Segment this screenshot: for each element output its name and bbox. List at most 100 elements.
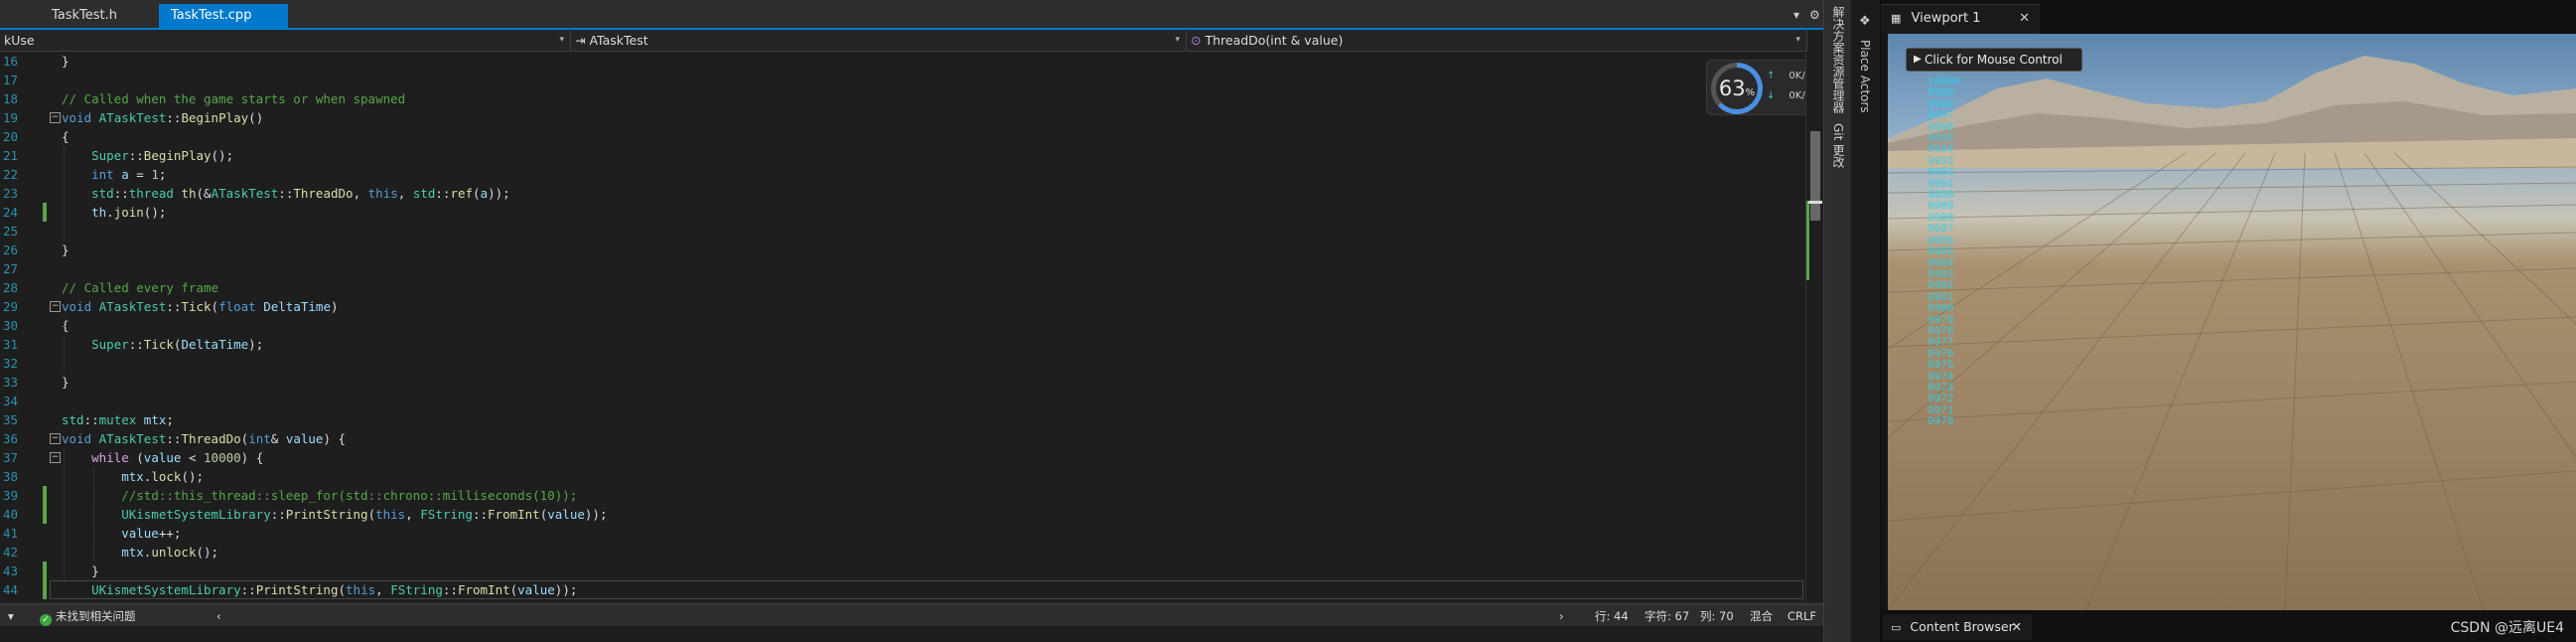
upload-arrow-icon: ↑ bbox=[1767, 71, 1776, 81]
mouse-control-button[interactable]: ▶ Click for Mouse Control bbox=[1906, 48, 2082, 72]
code-token: = bbox=[128, 167, 152, 182]
cpu-usage-value: 63% bbox=[1718, 77, 1756, 100]
log-line: 9970 bbox=[1928, 416, 1954, 429]
class-dropdown[interactable]: ⇥ ATaskTest ▾ bbox=[571, 30, 1187, 51]
code-token: PrintString bbox=[255, 582, 339, 597]
collapse-icon[interactable]: − bbox=[50, 433, 61, 444]
close-icon[interactable]: ✕ bbox=[2012, 614, 2022, 640]
place-actors-tab[interactable]: Place Actors bbox=[1858, 40, 1872, 113]
code-token: a bbox=[480, 186, 489, 201]
code-token: } bbox=[62, 375, 70, 390]
code-line: UKismetSystemLibrary::PrintString(this, … bbox=[62, 580, 577, 599]
change-marker bbox=[1806, 201, 1809, 280]
code-token: FromInt bbox=[488, 507, 540, 522]
code-token: BeginPlay bbox=[181, 110, 249, 125]
log-line: 9975 bbox=[1928, 360, 1954, 373]
line-number: 25 bbox=[2, 224, 18, 239]
tab-tasktest-cpp[interactable]: TaskTest.cpp ⊕ ✕ bbox=[159, 4, 288, 47]
code-token: :: bbox=[270, 507, 286, 522]
code-token: ATaskTest bbox=[98, 299, 167, 314]
line-number: 37 bbox=[2, 450, 18, 465]
code-line: int a = 1; bbox=[62, 165, 166, 184]
gear-icon[interactable]: ⚙ bbox=[1809, 8, 1820, 22]
place-actors-icon[interactable]: ❖ bbox=[1859, 14, 1871, 29]
change-indicator bbox=[43, 505, 47, 524]
project-dropdown[interactable]: kUse ▾ bbox=[0, 30, 571, 51]
problems-label: 未找到相关问题 bbox=[56, 609, 136, 623]
code-token: Tick bbox=[181, 299, 212, 314]
level-viewport[interactable]: ▶ Click for Mouse Control 10000 9999 9998 9… bbox=[1888, 34, 2576, 610]
code-token: () bbox=[248, 110, 264, 125]
cursor-marker bbox=[1808, 201, 1822, 204]
code-token: (); bbox=[181, 469, 205, 484]
code-line: // Called when the game starts or when s… bbox=[62, 89, 405, 108]
code-token: float bbox=[218, 299, 264, 314]
tab-viewport-1[interactable]: ▦ Viewport 1 ✕ bbox=[1881, 4, 2040, 34]
collapse-icon[interactable]: − bbox=[50, 301, 61, 312]
collapse-icon[interactable]: − bbox=[50, 452, 61, 463]
collapse-icon[interactable]: − bbox=[50, 112, 61, 123]
code-token: //std::this_thread::sleep_for(std::chron… bbox=[62, 488, 578, 503]
code-token: } bbox=[62, 563, 99, 578]
close-icon[interactable]: ✕ bbox=[2019, 5, 2030, 33]
checker-floor bbox=[1888, 153, 2576, 610]
log-line: 9985 bbox=[1928, 246, 1954, 259]
tab-tasktest-h[interactable]: TaskTest.h bbox=[40, 4, 129, 28]
line-number: 20 bbox=[2, 129, 18, 144]
code-token: a bbox=[121, 167, 129, 182]
git-changes-tab[interactable]: Git 更改 bbox=[1830, 123, 1847, 168]
solution-explorer-tab[interactable]: 解决方案资源管理器 bbox=[1830, 6, 1847, 113]
scrollbar-thumb[interactable] bbox=[1810, 131, 1820, 221]
upload-rate: ↑ 0K/s bbox=[1767, 71, 1810, 81]
line-number: 31 bbox=[2, 337, 18, 352]
scroll-right-icon[interactable]: › bbox=[1559, 605, 1564, 627]
code-line: //std::this_thread::sleep_for(std::chron… bbox=[62, 486, 577, 505]
code-token: (); bbox=[196, 545, 219, 560]
chevron-down-icon: ▾ bbox=[1795, 35, 1800, 45]
line-ending[interactable]: CRLF bbox=[1788, 605, 1816, 627]
code-editor[interactable]: 16} 17 18 // Called when the game starts or… bbox=[0, 52, 1805, 602]
code-token: :: bbox=[128, 337, 144, 352]
mouse-control-label: Click for Mouse Control bbox=[1925, 53, 2063, 67]
tab-content-browser[interactable]: ▭ Content Browser ✕ bbox=[1883, 614, 2032, 640]
code-line: th.join(); bbox=[62, 203, 166, 222]
code-line: UKismetSystemLibrary::PrintString(this, … bbox=[62, 505, 607, 524]
code-token: 1 bbox=[151, 167, 159, 182]
play-icon: ▶ bbox=[1914, 54, 1922, 65]
watermark: CSDN @远离UE4 bbox=[2450, 620, 2564, 636]
code-token: ATaskTest bbox=[98, 431, 167, 446]
code-token: ; bbox=[158, 167, 167, 182]
class-arrow-icon: ⇥ bbox=[575, 33, 590, 48]
indent-guide bbox=[64, 448, 65, 580]
zoom-dropdown-icon[interactable]: ▾ bbox=[8, 605, 14, 627]
code-token: 10000 bbox=[204, 450, 241, 465]
code-token: , bbox=[375, 582, 391, 597]
code-token: mtx bbox=[143, 412, 167, 427]
code-token: ) { bbox=[240, 450, 264, 465]
status-spacer bbox=[0, 626, 1823, 642]
code-line: // Called every frame bbox=[62, 278, 218, 297]
dropdown-icon[interactable]: ▾ bbox=[1793, 8, 1799, 22]
log-line: 9987 bbox=[1928, 224, 1954, 237]
problems-indicator[interactable]: ✓ 未找到相关问题 bbox=[40, 605, 136, 627]
whitespace-mode[interactable]: 混合 bbox=[1750, 605, 1773, 627]
code-token: :: bbox=[166, 110, 182, 125]
project-name: kUse bbox=[4, 33, 35, 48]
code-token: ) { bbox=[323, 431, 347, 446]
chevron-down-icon: ▾ bbox=[559, 35, 564, 45]
editor-status-bar: ▾ ✓ 未找到相关问题 ‹ › 行: 44 字符: 67 列: 70 混合 CRL… bbox=[0, 604, 1823, 626]
code-token: ThreadDo bbox=[293, 186, 354, 201]
code-token: lock bbox=[151, 469, 182, 484]
vertical-scrollbar[interactable] bbox=[1805, 52, 1823, 602]
scroll-left-icon[interactable]: ‹ bbox=[216, 605, 221, 627]
code-line: } bbox=[62, 52, 70, 71]
code-token: value bbox=[143, 450, 182, 465]
check-icon: ✓ bbox=[40, 614, 52, 626]
member-dropdown[interactable]: ⊙ ThreadDo(int & value) ▾ bbox=[1187, 30, 1807, 51]
code-token: std bbox=[62, 412, 84, 427]
viewport-tab-bar: ▦ Viewport 1 ✕ bbox=[1881, 0, 2576, 34]
code-token: void bbox=[62, 299, 99, 314]
method-icon: ⊙ bbox=[1191, 33, 1206, 48]
code-token: std bbox=[62, 186, 114, 201]
unreal-editor-window: ❖ Place Actors ▦ Viewport 1 ✕ ▶ Click fo… bbox=[1851, 0, 2576, 642]
